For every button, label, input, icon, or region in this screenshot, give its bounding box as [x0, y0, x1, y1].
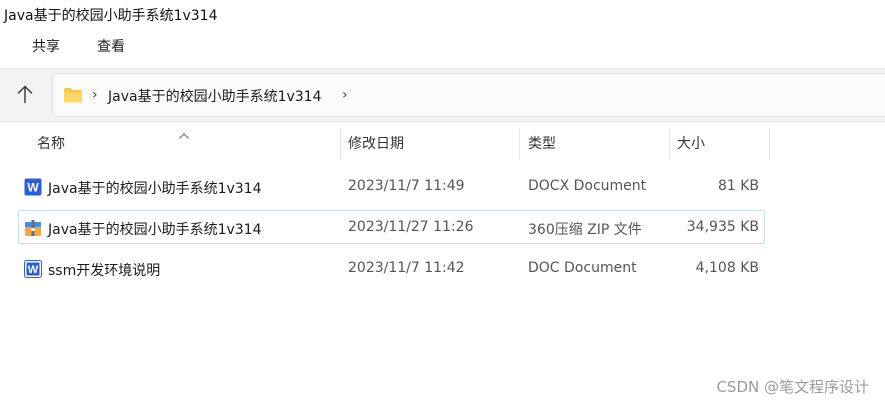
file-row[interactable]: W ssm开发环境说明 2023/11/7 11:42 DOC Document… [18, 251, 765, 285]
sort-ascending-icon [178, 125, 190, 139]
breadcrumb-chevron-icon[interactable]: › [92, 87, 98, 103]
file-name: Java基于的校园小助手系统1v314 [48, 222, 262, 238]
file-type: DOC Document [528, 260, 637, 276]
file-date-modified: 2023/11/27 11:26 [348, 219, 474, 235]
column-header: 名称 修改日期 类型 大小 [0, 128, 885, 160]
file-date-modified: 2023/11/7 11:42 [348, 260, 465, 276]
column-divider[interactable] [340, 128, 341, 160]
column-name[interactable]: 名称 [37, 128, 65, 160]
column-date-modified[interactable]: 修改日期 [348, 128, 404, 160]
file-name: Java基于的校园小助手系统1v314 [48, 181, 262, 197]
zip-archive-icon [24, 219, 42, 237]
file-date-modified: 2023/11/7 11:49 [348, 178, 465, 194]
file-explorer-window: Java基于的校园小助手系统1v314 共享 查看 › Java基于的校园小助手… [0, 0, 885, 406]
window-title: Java基于的校园小助手系统1v314 [4, 8, 218, 24]
breadcrumb-current-folder[interactable]: Java基于的校园小助手系统1v314 [108, 86, 322, 106]
svg-text:W: W [27, 181, 39, 195]
word-doc-icon: W [24, 260, 42, 278]
file-type: DOCX Document [528, 178, 647, 194]
file-type: 360压缩 ZIP 文件 [528, 222, 642, 238]
column-divider[interactable] [669, 128, 670, 160]
arrow-up-icon[interactable] [12, 82, 38, 108]
file-row[interactable]: Java基于的校园小助手系统1v314 2023/11/27 11:26 360… [18, 210, 765, 244]
tab-view[interactable]: 查看 [97, 36, 125, 56]
word-docx-icon: W [24, 178, 42, 196]
breadcrumb-expand-chevron-icon[interactable]: › [342, 87, 348, 103]
watermark: CSDN @笔文程序设计 [716, 378, 869, 396]
file-row[interactable]: W Java基于的校园小助手系统1v314 2023/11/7 11:49 DO… [18, 169, 765, 203]
file-name: ssm开发环境说明 [48, 263, 161, 279]
file-size: 4,108 KB [695, 260, 759, 276]
file-size: 34,935 KB [686, 219, 759, 235]
tab-share[interactable]: 共享 [32, 36, 60, 56]
column-divider[interactable] [519, 128, 520, 160]
column-size[interactable]: 大小 [677, 128, 705, 160]
svg-text:W: W [28, 264, 39, 276]
file-size: 81 KB [717, 178, 759, 194]
column-type[interactable]: 类型 [528, 128, 556, 160]
folder-icon [63, 87, 83, 103]
ribbon-toolbar: 共享 查看 [0, 30, 885, 60]
address-bar: › Java基于的校园小助手系统1v314 › [0, 68, 885, 122]
address-field[interactable]: › Java基于的校园小助手系统1v314 › [52, 73, 885, 117]
column-divider[interactable] [769, 128, 770, 160]
